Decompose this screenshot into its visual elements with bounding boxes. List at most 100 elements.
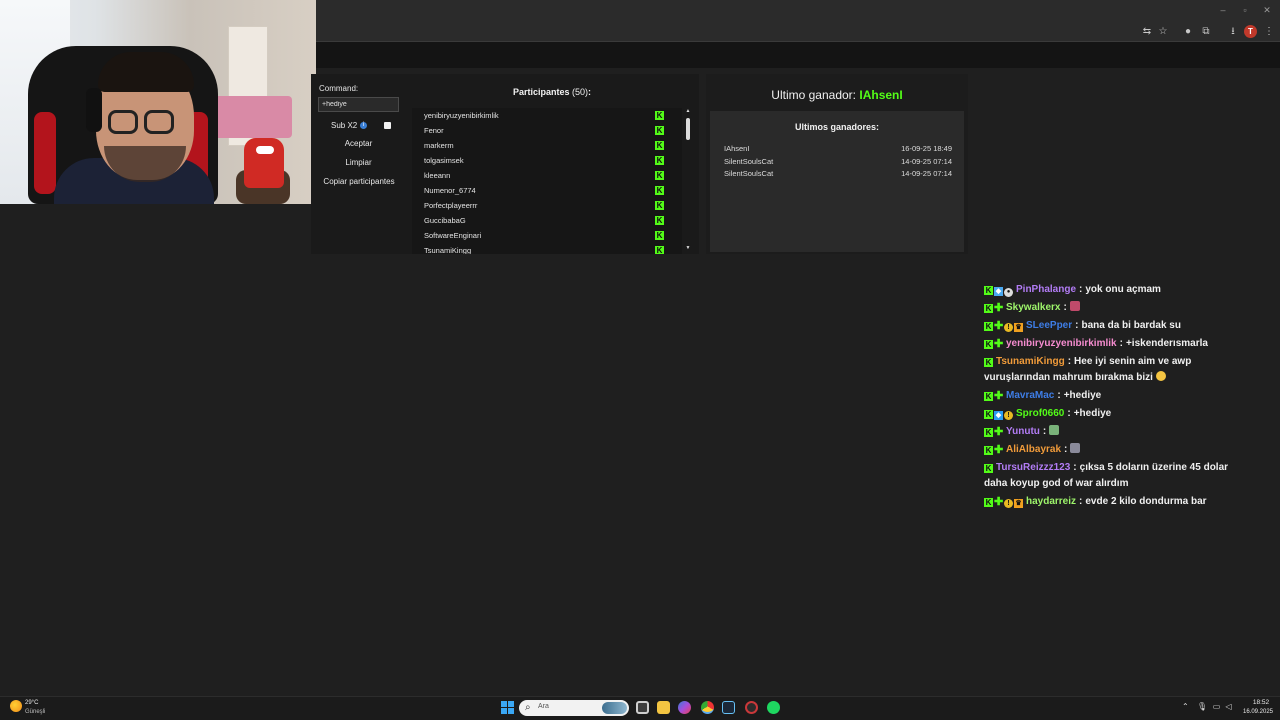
spotify-icon[interactable] (767, 701, 780, 714)
chat-separator: : (1067, 356, 1072, 367)
participant-name: SoftwareEnginari (424, 231, 482, 240)
extensions-puzzle-icon[interactable]: ⧉ (1199, 25, 1213, 39)
clear-button[interactable]: Limpiar (318, 155, 399, 171)
plus-badge-icon: ✚ (994, 338, 1004, 350)
chat-username[interactable]: TursuReizzz123 (996, 462, 1070, 473)
participant-row: TsunamiKingg K (412, 243, 674, 254)
winner-row: IAhsenI 16-09-25 18:49 (724, 143, 952, 155)
plus-badge-icon: ✚ (994, 390, 1004, 402)
subscriber-badge-icon: ◆ (994, 411, 1003, 420)
chat-message: K ✚! ♛ haydarreiz: evde 2 kilo dondurma bar (984, 494, 1234, 510)
chat-message: K ✚ yenibiryuzyenibirkimlik: +iskenderısmar… (984, 336, 1234, 352)
participant-row: Numenor_6774 K (412, 183, 674, 198)
chat-message: K ◆! Sprof0660: +hediye (984, 406, 1234, 422)
chat-username[interactable]: AliAlbayrak (1006, 444, 1061, 455)
chat-text: bana da bi bardak su (1081, 320, 1181, 331)
kick-icon: K (655, 201, 664, 210)
scroll-up-icon[interactable]: ▲ (684, 108, 692, 114)
last-winner-label: Ultimo ganador: (771, 88, 857, 102)
gift-badge-icon: ! (1004, 323, 1013, 332)
chat-separator: : (1064, 444, 1068, 455)
chat-separator: : (1079, 284, 1083, 295)
command-label: Command: (319, 84, 359, 93)
chat-username[interactable]: haydarreiz (1026, 496, 1076, 507)
download-icon[interactable]: ⭳ (1226, 25, 1240, 39)
sun-icon[interactable] (10, 700, 22, 712)
crown-badge-icon: ♛ (1014, 323, 1023, 332)
chat-text: +hediye (1073, 408, 1112, 419)
chat-username[interactable]: SLeePper (1026, 320, 1072, 331)
microphone-icon[interactable]: 🎙 (1197, 702, 1207, 712)
winner-row: SilentSoulsCat 14-09-25 07:14 (724, 156, 952, 168)
chrome-icon[interactable] (701, 701, 714, 714)
minimize-icon[interactable]: – (1216, 4, 1230, 16)
browser-menu-icon[interactable]: ⋮ (1262, 25, 1276, 39)
last-winner-name: IAhsenI (859, 88, 903, 102)
winners-list-title: Ultimos ganadores: (794, 122, 879, 132)
chat-username[interactable]: Sprof0660 (1016, 408, 1064, 419)
chat-separator: : (1119, 338, 1123, 349)
chat-text: +iskenderısmarla (1125, 338, 1208, 349)
gift-badge-icon: ! (1004, 411, 1013, 420)
chat-username[interactable]: Skywalkerx (1006, 302, 1061, 313)
participant-name: tolgasimsek (424, 156, 464, 165)
winner-row: SilentSoulsCat 14-09-25 07:14 (724, 168, 952, 180)
participants-list[interactable]: yenibiryuzyenibirkimlik K Fenor Kmarkerm K to… (412, 108, 682, 254)
scrollbar-thumb[interactable] (686, 118, 690, 140)
info-icon[interactable]: i (360, 122, 367, 129)
chat-username[interactable]: MavraMac (1006, 390, 1054, 401)
weather-temperature[interactable]: 29°C (25, 700, 38, 706)
profile-avatar[interactable]: T (1244, 25, 1257, 38)
command-input[interactable] (318, 97, 399, 112)
file-explorer-icon[interactable] (657, 701, 670, 714)
participant-name: TsunamiKingg (424, 246, 472, 254)
scroll-down-icon[interactable]: ▼ (684, 245, 692, 251)
clock-time[interactable]: 18:52 (1246, 699, 1276, 706)
participant-row: markerm K (412, 138, 674, 153)
network-icon[interactable]: ▭ (1212, 702, 1221, 712)
winner-name: IAhsenI (724, 144, 750, 153)
participant-name: yenibiryuzyenibirkimlik (424, 111, 499, 120)
plus-badge-icon: ✚ (994, 302, 1004, 314)
copy-participants-button[interactable]: Copiar participantes (316, 174, 402, 190)
steam-icon[interactable] (722, 701, 735, 714)
extension-dot-icon[interactable]: ● (1181, 25, 1195, 39)
emoji-icon (1155, 371, 1166, 381)
chat-message: K ✚ Skywalkerx: (984, 300, 1234, 316)
sub-x2-checkbox[interactable] (384, 122, 391, 129)
chat-username[interactable]: PinPhalange (1016, 284, 1076, 295)
kick-badge-icon: K (984, 322, 993, 331)
app-icon[interactable] (745, 701, 758, 714)
webcam-feed (0, 0, 316, 204)
chat-username[interactable]: yenibiryuzyenibirkimlik (1006, 338, 1117, 349)
kick-badge-icon: K (984, 446, 993, 455)
tray-expand-icon[interactable]: ⌃ (1182, 702, 1189, 711)
kick-icon: K (655, 126, 664, 135)
winner-name: SilentSoulsCat (724, 156, 774, 166)
chat-message: K ◆ ● PinPhalange: yok onu açmam (984, 282, 1234, 298)
participant-row: Fenor K (412, 123, 674, 138)
participant-name: Fenor (424, 126, 444, 135)
chat-username[interactable]: TsunamiKingg (996, 356, 1065, 367)
clock-date[interactable]: 16.09.2025 (1240, 709, 1276, 715)
close-icon[interactable]: ✕ (1260, 4, 1274, 16)
gift-badge-icon: ! (1004, 499, 1013, 508)
kick-badge-icon: K (984, 304, 993, 313)
webcam-toy-eyes (256, 146, 274, 154)
chat-separator: : (1042, 426, 1047, 437)
weather-description[interactable]: Güneşli (25, 709, 45, 715)
address-bar[interactable] (316, 22, 1280, 42)
copilot-icon[interactable] (678, 701, 691, 714)
maximize-icon[interactable]: ▫ (1238, 4, 1252, 16)
bookmark-star-icon[interactable]: ☆ (1156, 25, 1170, 39)
start-button[interactable] (501, 701, 514, 714)
search-highlight-image (602, 702, 627, 714)
volume-icon[interactable]: ◁ (1224, 702, 1233, 712)
translate-icon[interactable]: ⇆ (1140, 25, 1154, 39)
chat-username[interactable]: Yunutu (1006, 426, 1040, 437)
webcam-glasses (108, 110, 138, 134)
task-view-icon[interactable] (636, 701, 649, 714)
kick-badge-icon: K (984, 498, 993, 507)
accept-button[interactable]: Aceptar (318, 136, 399, 152)
participant-row: Porfectplayeerrr K (412, 198, 674, 213)
